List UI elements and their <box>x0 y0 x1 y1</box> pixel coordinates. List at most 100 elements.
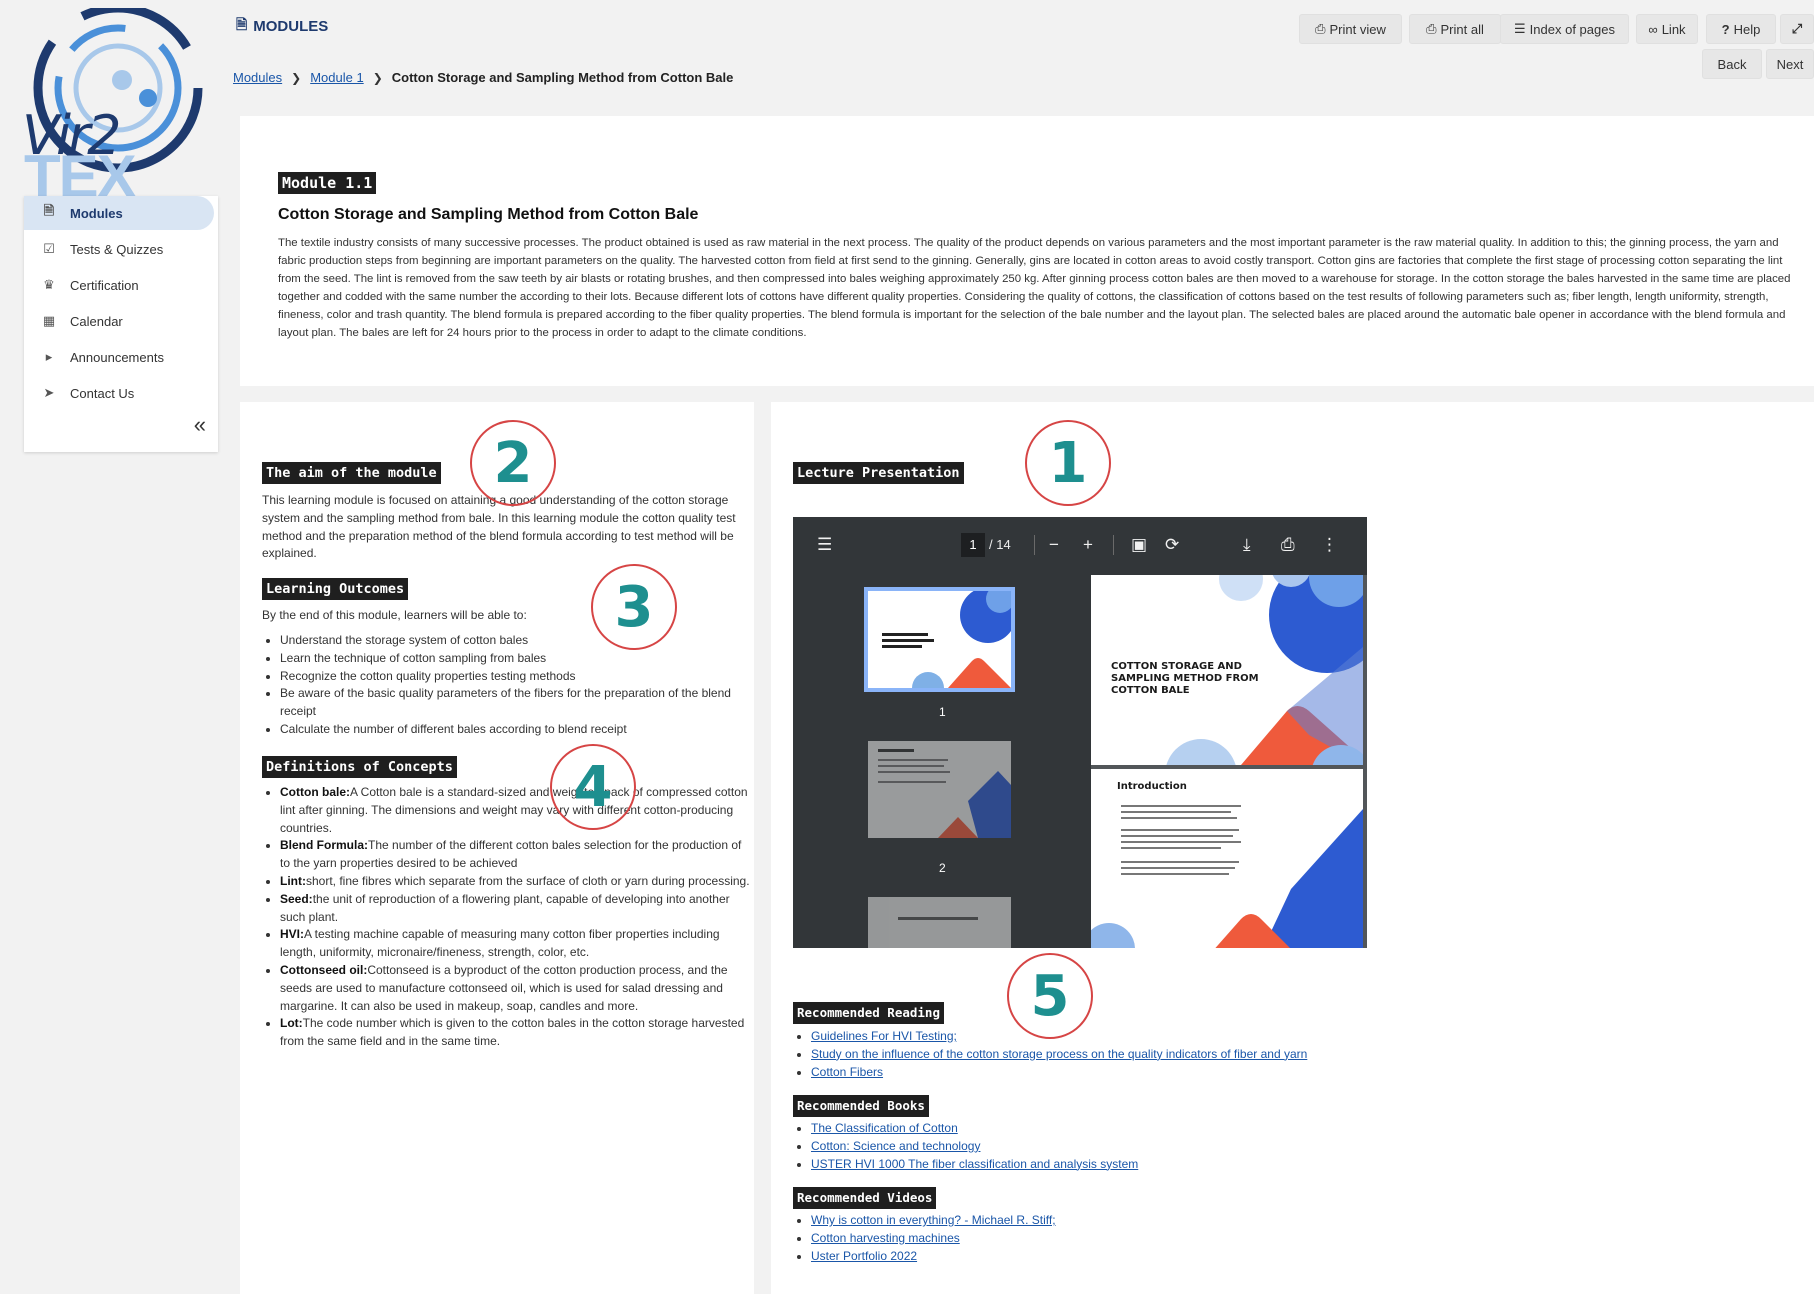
recommended-videos-list: Why is cotton in everything? - Michael R… <box>793 1212 1056 1265</box>
definition-term: Lot: <box>280 1016 303 1031</box>
menu-icon[interactable]: ☰ <box>817 535 832 555</box>
pdf-page-view[interactable]: COTTON STORAGE AND SAMPLING METHOD FROM … <box>1091 575 1367 948</box>
pdf-page-input[interactable]: 1 <box>961 533 985 557</box>
module-details-card: The aim of the module This learning modu… <box>240 402 754 1294</box>
recommended-videos-heading: Recommended Videos <box>793 1187 937 1209</box>
module-intro-card: Module 1.1 Cotton Storage and Sampling M… <box>240 116 1814 386</box>
slide-2-title: Introduction <box>1117 781 1187 792</box>
calendar-icon: ▦ <box>42 313 56 328</box>
document-icon: 🗎 <box>43 203 55 218</box>
sidebar-item-modules[interactable]: 🗎 Modules <box>24 196 214 230</box>
print-icon: ⎙ <box>1426 21 1437 36</box>
print-view-button[interactable]: ⎙ Print view <box>1299 14 1402 44</box>
sidebar-item-calendar[interactable]: ▦ Calendar <box>24 304 214 338</box>
definition-item: Cottonseed oil:Cottonseed is a byproduct… <box>280 962 750 1015</box>
pdf-page-2: Introduction <box>1091 769 1363 948</box>
list-item: Understand the storage system of cotton … <box>280 632 744 650</box>
pdf-viewer[interactable]: ☰ 1 / 14 − + ▣ ⟳ ⤓ ⎙ ⋮ 1 2 COTTON STORAG… <box>793 517 1367 948</box>
print-all-label: Print all <box>1440 21 1484 37</box>
vir2tex-logo[interactable]: Vir2 TEX <box>22 3 218 210</box>
pdf-thumbnail-page-3[interactable] <box>868 897 1011 948</box>
sidebar-item-announcements[interactable]: ▸ Announcements <box>24 340 214 374</box>
pdf-toolbar: ☰ 1 / 14 − + ▣ ⟳ ⤓ ⎙ ⋮ <box>793 517 1367 575</box>
resources-card: Lecture Presentation ☰ 1 / 14 − + ▣ ⟳ ⤓ … <box>771 402 1814 1294</box>
breadcrumb-separator-icon: ❯ <box>291 70 302 85</box>
recommended-books-heading: Recommended Books <box>793 1095 929 1117</box>
sidebar-item-contact-us[interactable]: ➤ Contact Us <box>24 376 214 410</box>
reading-link-storage-study[interactable]: Study on the influence of the cotton sto… <box>811 1047 1307 1061</box>
print-icon: ⎙ <box>1315 21 1326 36</box>
link-button[interactable]: ∞ Link <box>1636 14 1698 44</box>
definition-text: short, fine fibres which separate from t… <box>306 873 750 888</box>
print-icon[interactable]: ⎙ <box>1281 535 1295 555</box>
slide-1-title: COTTON STORAGE AND SAMPLING METHOD FROM … <box>1111 661 1259 696</box>
fullscreen-icon: ⤢ <box>1791 21 1803 36</box>
sidebar-item-label: Modules <box>70 205 123 221</box>
video-link-harvesting[interactable]: Cotton harvesting machines <box>811 1231 960 1245</box>
definition-term: Blend Formula: <box>280 838 369 853</box>
sidebar-item-label: Tests & Quizzes <box>70 241 164 257</box>
page-title-text: MODULES <box>253 17 329 35</box>
module-title: Cotton Storage and Sampling Method from … <box>278 206 699 223</box>
breadcrumb-link-modules[interactable]: Modules <box>233 70 282 85</box>
definition-item: Lot:The code number which is given to th… <box>280 1015 750 1051</box>
list-item: Recognize the cotton quality properties … <box>280 668 744 686</box>
zoom-in-icon[interactable]: + <box>1083 535 1093 555</box>
definition-term: Seed: <box>280 891 313 906</box>
slide-thumbnail-graphic <box>882 591 1011 688</box>
print-all-button[interactable]: ⎙ Print all <box>1409 14 1501 44</box>
list-item: The Classification of Cotton <box>811 1120 1138 1138</box>
book-link-science-technology[interactable]: Cotton: Science and technology <box>811 1139 980 1153</box>
definition-item: HVI:A testing machine capable of measuri… <box>280 926 750 962</box>
reading-link-cotton-fibers[interactable]: Cotton Fibers <box>811 1065 883 1079</box>
sidebar-item-label: Contact Us <box>70 385 135 401</box>
pdf-page-1: COTTON STORAGE AND SAMPLING METHOD FROM … <box>1091 575 1363 765</box>
book-link-uster-hvi[interactable]: USTER HVI 1000 The fiber classification … <box>811 1157 1138 1171</box>
collapse-sidebar-button[interactable]: « <box>194 412 206 438</box>
sidebar-nav: 🗎 Modules ☑ Tests & Quizzes ♛ Certificat… <box>24 196 218 452</box>
sidebar-item-certification[interactable]: ♛ Certification <box>24 268 214 302</box>
sidebar-item-tests-quizzes[interactable]: ☑ Tests & Quizzes <box>24 232 214 266</box>
definition-text: A Cotton bale is a standard-sized and we… <box>280 785 748 835</box>
breadcrumb-current: Cotton Storage and Sampling Method from … <box>391 70 734 85</box>
help-icon: ? <box>1721 21 1730 37</box>
toolbar-divider <box>1113 535 1114 555</box>
list-item: Uster Portfolio 2022 <box>811 1248 1056 1266</box>
link-label: Link <box>1661 21 1686 37</box>
pdf-thumbnail-page-1[interactable] <box>864 587 1015 692</box>
checkbox-icon: ☑ <box>43 241 55 256</box>
list-item: Be aware of the basic quality parameters… <box>280 685 744 721</box>
annotation-marker-2: 2 <box>470 420 556 506</box>
definition-text: A testing machine capable of measuring m… <box>280 927 720 960</box>
fit-page-icon[interactable]: ▣ <box>1131 535 1147 555</box>
trophy-icon: ♛ <box>43 277 55 292</box>
recommended-books-list: The Classification of Cotton Cotton: Sci… <box>793 1120 1138 1173</box>
fullscreen-button[interactable]: ⤢ <box>1780 14 1814 44</box>
next-button[interactable]: Next <box>1766 49 1814 79</box>
definition-term: Cotton bale: <box>280 785 350 799</box>
index-of-pages-label: Index of pages <box>1529 21 1615 37</box>
slide-thumbnail-graphic <box>898 917 978 920</box>
rotate-icon[interactable]: ⟳ <box>1165 535 1179 555</box>
annotation-marker-5: 5 <box>1007 953 1093 1039</box>
help-button[interactable]: ? Help <box>1706 14 1776 44</box>
module-intro-text: The textile industry consists of many su… <box>278 237 1791 339</box>
pdf-thumbnail-page-2[interactable] <box>868 741 1011 838</box>
more-options-icon[interactable]: ⋮ <box>1321 535 1338 555</box>
download-icon[interactable]: ⤓ <box>1243 535 1251 555</box>
back-button[interactable]: Back <box>1702 49 1762 79</box>
breadcrumb: Modules ❯ Module 1 ❯ Cotton Storage and … <box>233 70 733 85</box>
video-link-uster-portfolio[interactable]: Uster Portfolio 2022 <box>811 1249 917 1263</box>
definition-term: HVI: <box>280 927 304 942</box>
book-link-classification[interactable]: The Classification of Cotton <box>811 1121 958 1135</box>
list-item: Calculate the number of different bales … <box>280 721 744 739</box>
zoom-out-icon[interactable]: − <box>1049 535 1059 555</box>
definitions-list: Cotton bale:A Cotton bale is a standard-… <box>262 784 750 1051</box>
video-link-cotton-everything[interactable]: Why is cotton in everything? - Michael R… <box>811 1213 1056 1227</box>
annotation-marker-3: 3 <box>591 564 677 650</box>
definition-item: Cotton bale:A Cotton bale is a standard-… <box>280 784 750 837</box>
reading-link-hvi-guidelines[interactable]: Guidelines For HVI Testing; <box>811 1029 957 1043</box>
learning-outcomes-list: Understand the storage system of cotton … <box>262 632 744 739</box>
index-of-pages-button[interactable]: ☰ Index of pages <box>1500 14 1629 44</box>
breadcrumb-link-module-1[interactable]: Module 1 <box>310 70 363 85</box>
